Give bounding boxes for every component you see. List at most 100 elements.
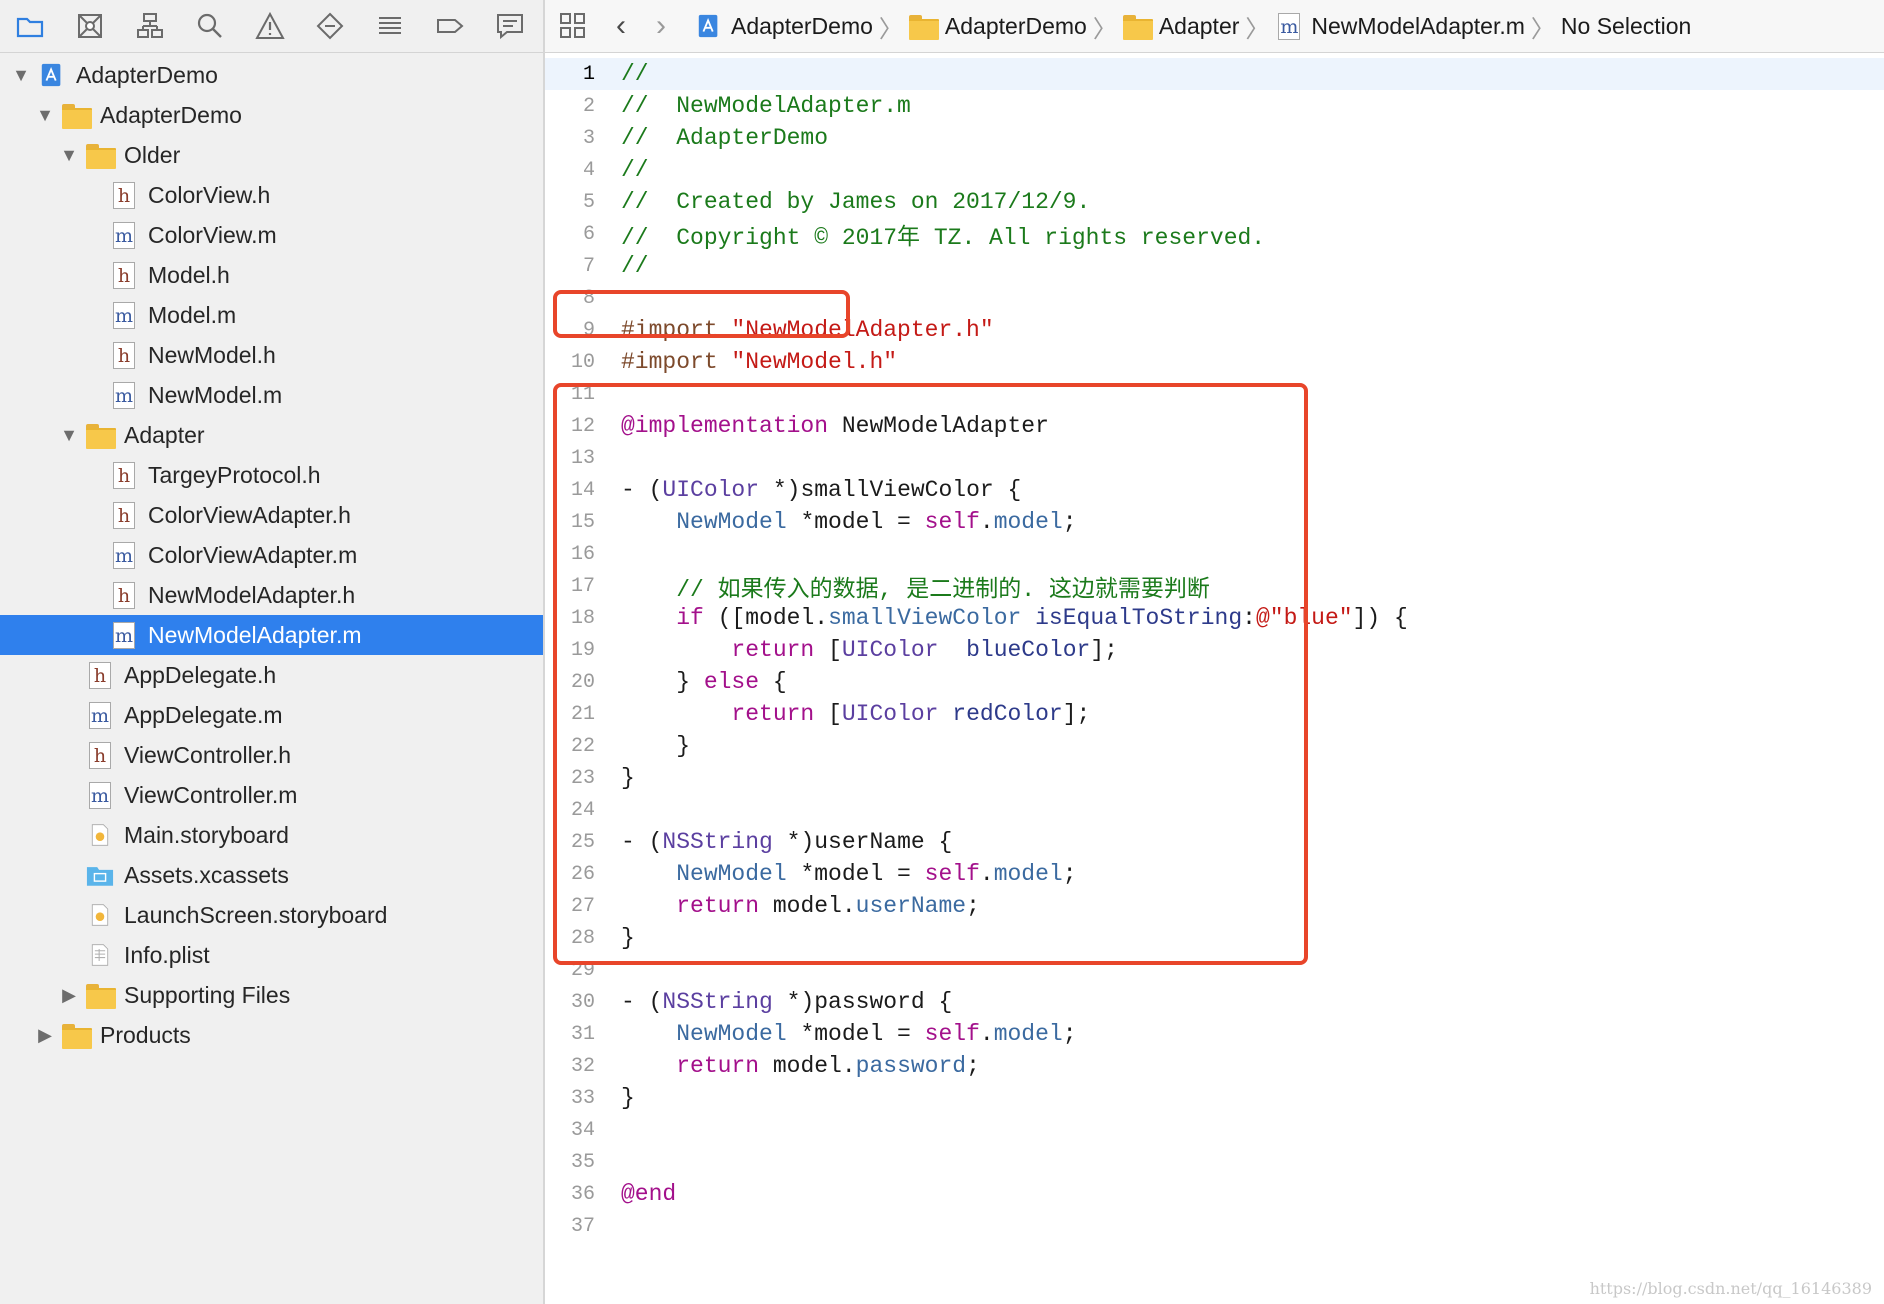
source-file-icon: m <box>110 301 138 329</box>
disclosure-open-icon[interactable]: ▼ <box>58 144 80 166</box>
tree-row-products[interactable]: ▶ Products <box>0 1015 543 1055</box>
header-file-icon: h <box>110 261 138 289</box>
tree-row-info-plist[interactable]: Info.plist <box>0 935 543 975</box>
tree-row-launchscreen-storyboard[interactable]: LaunchScreen.storyboard <box>0 895 543 935</box>
code-line[interactable]: 3 // AdapterDemo <box>545 122 1884 154</box>
forward-icon[interactable]: › <box>641 9 681 43</box>
disclosure-open-icon[interactable]: ▼ <box>34 104 56 126</box>
disclosure-open-icon[interactable]: ▼ <box>58 424 80 446</box>
line-number: 30 <box>570 990 595 1014</box>
code-line[interactable]: 32 return model. password; <box>545 1050 1884 1082</box>
tree-row-adapter[interactable]: ▼ Adapter <box>0 415 543 455</box>
tree-row-colorview-h[interactable]: h ColorView.h <box>0 175 543 215</box>
code-line[interactable]: 2 // NewModelAdapter.m <box>545 90 1884 122</box>
tree-row-label: ViewController.h <box>124 741 292 768</box>
warning-icon[interactable] <box>240 0 300 52</box>
source-file-icon: m <box>86 781 114 809</box>
message-icon[interactable] <box>480 0 540 52</box>
tree-row-adapterdemo[interactable]: ▼ AdapterDemo <box>0 55 543 95</box>
code-line[interactable]: 30 - (NSString *)password { <box>545 986 1884 1018</box>
tree-row-label: ColorViewAdapter.m <box>148 541 358 568</box>
tree-row-label: AdapterDemo <box>76 61 218 88</box>
disclosure-open-icon[interactable]: ▼ <box>10 64 32 86</box>
line-number: 33 <box>570 1086 595 1110</box>
tree-row-newmodeladapter-h[interactable]: h NewModelAdapter.h <box>0 575 543 615</box>
tree-row-newmodeladapter-m[interactable]: m NewModelAdapter.m <box>0 615 543 655</box>
code-line[interactable]: 33} <box>545 1082 1884 1114</box>
breadcrumb-item[interactable]: m NewModelAdapter.m <box>1275 12 1525 40</box>
tree-row-model-m[interactable]: m Model.m <box>0 295 543 335</box>
breakpoint-icon[interactable] <box>300 0 360 52</box>
tree-row-assets-xcassets[interactable]: Assets.xcassets <box>0 855 543 895</box>
code-token: // Copyright © 2017年 TZ. All rights rese… <box>621 225 1266 251</box>
line-number: 4 <box>582 158 595 182</box>
breadcrumb-item[interactable]: AdapterDemo <box>695 12 873 40</box>
code-line[interactable]: 4 // <box>545 154 1884 186</box>
code-line[interactable]: 5 // Created by James on 2017/12/9. <box>545 186 1884 218</box>
project-icon <box>38 61 66 89</box>
tree-row-adapterdemo[interactable]: ▼ AdapterDemo <box>0 95 543 135</box>
code-line[interactable]: 37 <box>545 1210 1884 1242</box>
folder-icon[interactable] <box>0 0 60 52</box>
code-token: // <box>621 157 649 183</box>
folder-icon <box>62 1021 92 1049</box>
back-icon[interactable]: ‹ <box>601 9 641 43</box>
code-line[interactable]: 34 <box>545 1114 1884 1146</box>
code-line[interactable]: 7 // <box>545 250 1884 282</box>
tree-row-targeyprotocol-h[interactable]: h TargeyProtocol.h <box>0 455 543 495</box>
line-number: 1 <box>582 62 595 86</box>
tree-row-colorviewadapter-h[interactable]: h ColorViewAdapter.h <box>0 495 543 535</box>
breadcrumb-separator-icon: 〉 <box>1245 15 1270 43</box>
storyboard-icon <box>86 821 114 849</box>
tree-row-viewcontroller-h[interactable]: h ViewController.h <box>0 735 543 775</box>
tree-row-newmodel-h[interactable]: h NewModel.h <box>0 335 543 375</box>
code-token: model <box>993 1021 1063 1047</box>
tree-row-colorview-m[interactable]: m ColorView.m <box>0 215 543 255</box>
code-token: return <box>676 1053 760 1079</box>
tree-row-viewcontroller-m[interactable]: m ViewController.m <box>0 775 543 815</box>
breadcrumb-label: Adapter <box>1158 12 1240 39</box>
tree-row-label: Adapter <box>124 421 205 448</box>
folder-icon <box>86 421 116 449</box>
code-line[interactable]: 1 // <box>545 58 1884 90</box>
code-line[interactable]: 31 NewModel *model = self. model; <box>545 1018 1884 1050</box>
hierarchy-icon[interactable] <box>120 0 180 52</box>
disclosure-closed-icon[interactable]: ▶ <box>34 1024 56 1046</box>
tree-row-older[interactable]: ▼ Older <box>0 135 543 175</box>
tree-row-main-storyboard[interactable]: Main.storyboard <box>0 815 543 855</box>
code-token: password <box>855 1053 967 1079</box>
search-icon[interactable] <box>180 0 240 52</box>
tree-row-newmodel-m[interactable]: m NewModel.m <box>0 375 543 415</box>
tree-row-label: AdapterDemo <box>100 101 242 128</box>
tree-row-appdelegate-m[interactable]: m AppDelegate.m <box>0 695 543 735</box>
tree-row-model-h[interactable]: h Model.h <box>0 255 543 295</box>
tag-icon[interactable] <box>420 0 480 52</box>
code-line[interactable]: 36 @end <box>545 1178 1884 1210</box>
code-line[interactable]: 10 #import "NewModel.h" <box>545 346 1884 378</box>
related-items-icon[interactable] <box>545 0 601 52</box>
line-number: 36 <box>570 1182 595 1206</box>
disclosure-closed-icon[interactable]: ▶ <box>58 984 80 1006</box>
breadcrumb-item[interactable]: No Selection <box>1561 13 1691 40</box>
tree-row-appdelegate-h[interactable]: h AppDelegate.h <box>0 655 543 695</box>
tree-row-colorviewadapter-m[interactable]: m ColorViewAdapter.m <box>0 535 543 575</box>
code-line[interactable]: 6 // Copyright © 2017年 TZ. All rights res… <box>545 218 1884 252</box>
code-line[interactable]: 35 <box>545 1146 1884 1178</box>
import-highlight-box <box>553 290 850 338</box>
methods-highlight-box <box>553 383 1308 965</box>
folder-icon <box>908 12 939 40</box>
breadcrumb-item[interactable]: AdapterDemo <box>908 12 1087 40</box>
breadcrumb-separator-icon: 〉 <box>878 15 903 43</box>
tree-row-supporting-files[interactable]: ▶ Supporting Files <box>0 975 543 1015</box>
breadcrumb-item[interactable]: Adapter <box>1122 12 1240 40</box>
source-control-icon[interactable] <box>60 0 120 52</box>
list-icon[interactable] <box>360 0 420 52</box>
